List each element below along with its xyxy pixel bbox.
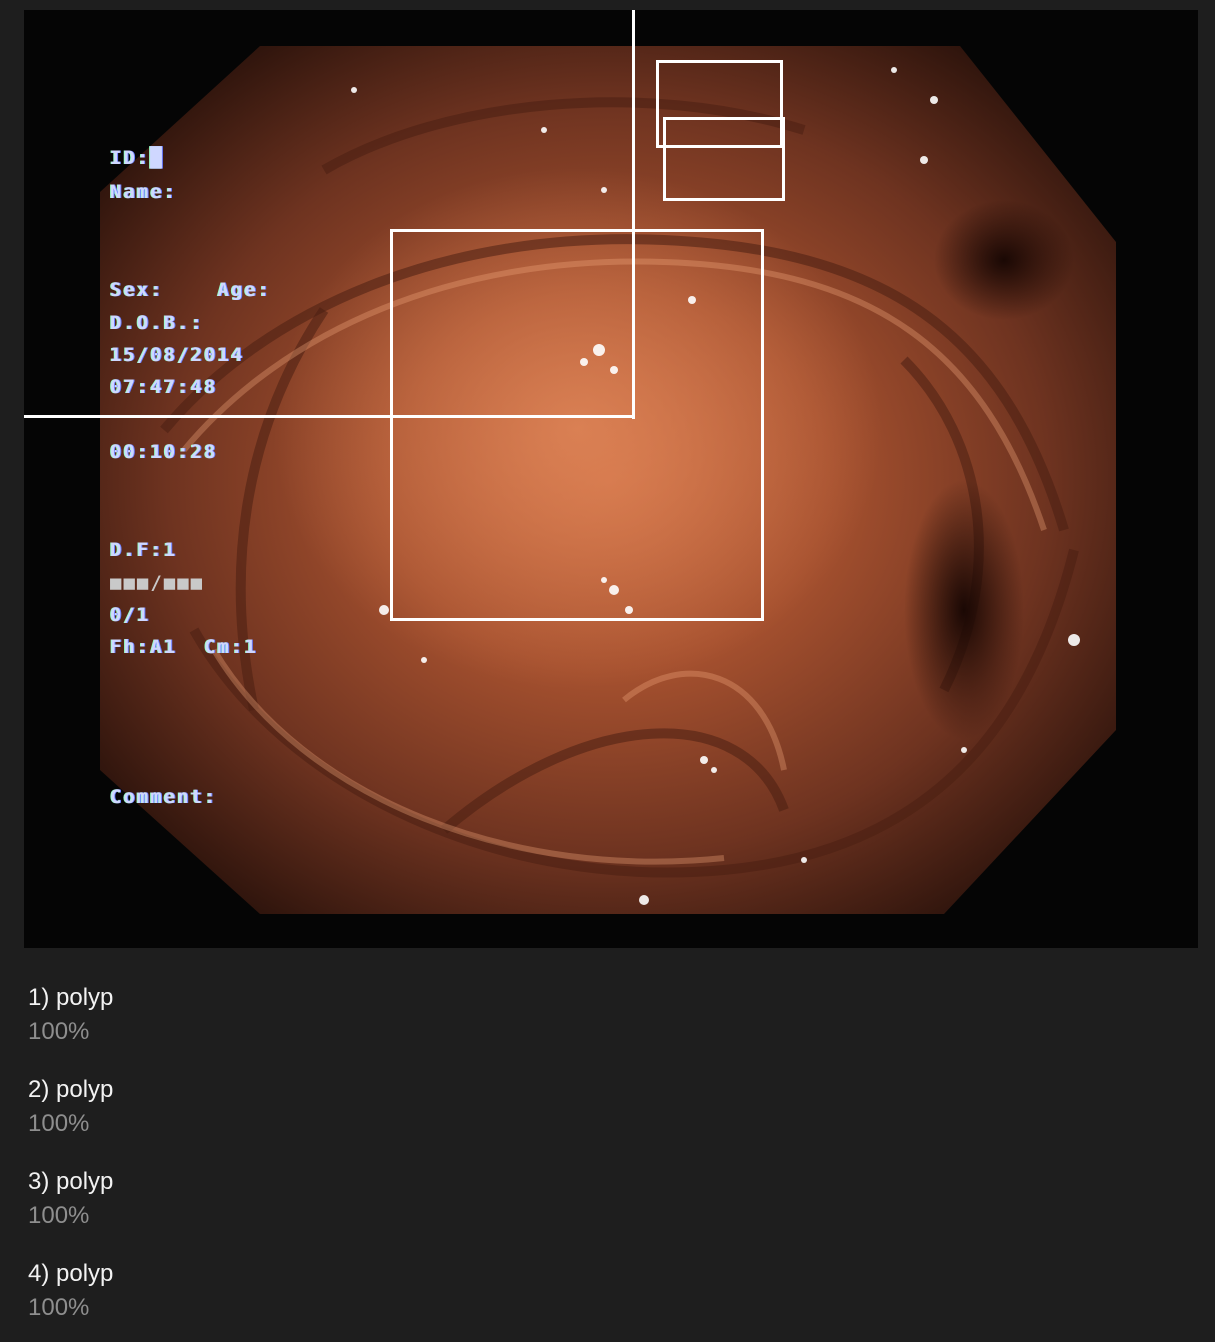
overlay-comment: Comment: xyxy=(110,786,218,808)
detection-box-2[interactable] xyxy=(663,117,785,201)
overlay-sex-age: Sex: Age: xyxy=(110,279,272,301)
endoscopy-image: ID:█ Name: Sex: Age: D.O.B.: 15/08/2014 … xyxy=(24,10,1198,948)
overlay-ratio: 0/1 xyxy=(110,604,151,626)
overlay-date: 15/08/2014 xyxy=(110,344,245,366)
page: ID:█ Name: Sex: Age: D.O.B.: 15/08/2014 … xyxy=(0,0,1215,1342)
detection-label: 3) polyp xyxy=(28,1168,114,1195)
overlay-fh-cm: Fh:A1 Cm:1 xyxy=(110,636,258,658)
overlay-elapsed: 00:10:28 xyxy=(110,441,218,463)
detection-score: 100% xyxy=(28,1202,90,1229)
detection-label: 1) polyp xyxy=(28,984,114,1011)
detection-label: 4) polyp xyxy=(28,1260,114,1287)
detection-list: 1) polyp 100% 2) polyp 100% 3) polyp 100… xyxy=(28,982,628,1342)
detection-score: 100% xyxy=(28,1110,90,1137)
detection-box-4-edge-vertical[interactable] xyxy=(632,10,635,419)
overlay-dob: D.O.B.: xyxy=(110,312,205,334)
detection-box-4-edge-horizontal[interactable] xyxy=(24,415,635,418)
detection-item[interactable]: 3) polyp 100% xyxy=(28,1166,628,1258)
detection-label: 2) polyp xyxy=(28,1076,114,1103)
detection-score: 100% xyxy=(28,1018,90,1045)
detection-score: 100% xyxy=(28,1294,90,1321)
detection-item[interactable]: 4) polyp 100% xyxy=(28,1258,628,1342)
overlay-id: ID:█ xyxy=(110,147,164,169)
overlay-name: Name: xyxy=(110,181,178,203)
overlay-df: D.F:1 xyxy=(110,539,178,561)
overlay-blocks: ■■■/■■■ xyxy=(110,572,205,594)
detection-box-3[interactable] xyxy=(390,229,764,621)
detection-item[interactable]: 2) polyp 100% xyxy=(28,1074,628,1166)
overlay-time: 07:47:48 xyxy=(110,376,218,398)
detection-item[interactable]: 1) polyp 100% xyxy=(28,982,628,1074)
